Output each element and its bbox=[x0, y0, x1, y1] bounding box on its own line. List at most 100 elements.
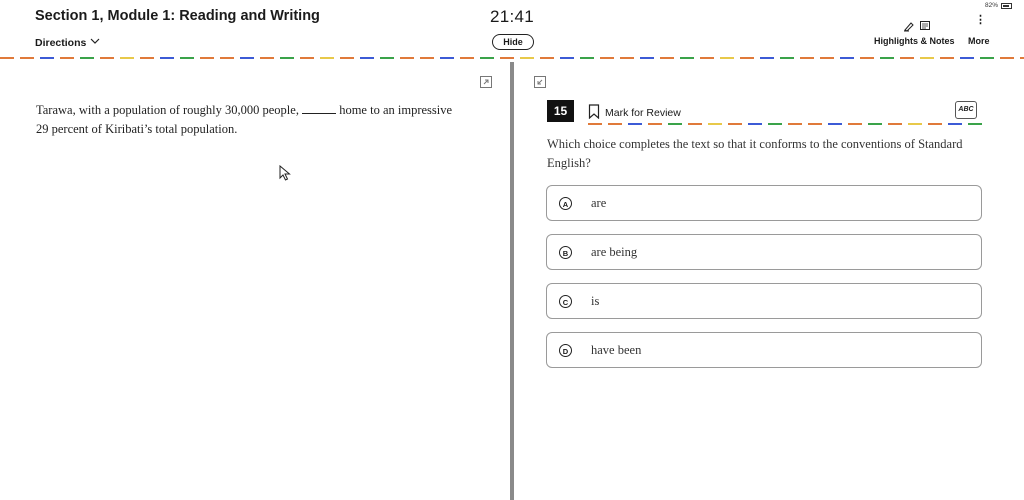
expand-icon[interactable] bbox=[480, 75, 492, 88]
dash-segment bbox=[968, 123, 982, 125]
dash-segment bbox=[960, 57, 974, 59]
choice-text: are being bbox=[591, 244, 638, 259]
choice-text: have been bbox=[591, 342, 642, 357]
more-button[interactable]: More bbox=[968, 36, 990, 46]
dash-segment bbox=[840, 57, 854, 59]
choice-letter: A bbox=[559, 196, 572, 210]
dash-segment bbox=[280, 57, 294, 59]
dash-segment bbox=[1020, 57, 1024, 59]
battery-status: 82% bbox=[985, 2, 1012, 9]
choice-text: is bbox=[591, 293, 600, 308]
dash-segment bbox=[880, 57, 894, 59]
dash-segment bbox=[0, 57, 14, 59]
directions-button[interactable]: Directions bbox=[35, 36, 100, 49]
mark-for-review-button[interactable]: Mark for Review bbox=[588, 104, 681, 122]
hide-timer-button[interactable]: Hide bbox=[492, 34, 534, 50]
dash-segment bbox=[180, 57, 194, 59]
battery-percent: 82% bbox=[984, 2, 998, 9]
dash-segment bbox=[688, 123, 702, 125]
bookmark-icon bbox=[588, 104, 600, 122]
dash-segment bbox=[760, 57, 774, 59]
dash-segment bbox=[708, 123, 722, 125]
dash-segment bbox=[900, 57, 914, 59]
dash-segment bbox=[848, 123, 862, 125]
choice-letter: D bbox=[559, 343, 572, 357]
choice-letter: C bbox=[559, 294, 572, 308]
answer-eliminator-icon[interactable]: ABC bbox=[955, 101, 977, 119]
question-pane: 15 Mark for Review ABC Which choice comp… bbox=[514, 62, 1024, 500]
dash-segment bbox=[868, 123, 882, 125]
dash-segment bbox=[580, 57, 594, 59]
choice-a[interactable]: A are bbox=[546, 185, 982, 221]
dash-segment bbox=[1000, 57, 1014, 59]
dash-segment bbox=[460, 57, 474, 59]
dash-segment bbox=[440, 57, 454, 59]
mouse-pointer-icon bbox=[279, 164, 291, 186]
question-header-divider bbox=[588, 123, 984, 126]
dash-segment bbox=[380, 57, 394, 59]
collapse-icon[interactable] bbox=[534, 75, 546, 88]
dash-segment bbox=[320, 57, 334, 59]
dash-segment bbox=[480, 57, 494, 59]
dash-segment bbox=[100, 57, 114, 59]
dash-segment bbox=[600, 57, 614, 59]
dash-segment bbox=[140, 57, 154, 59]
notes-icon bbox=[919, 19, 931, 37]
highlights-notes-label[interactable]: Highlights & Notes bbox=[874, 36, 955, 46]
dash-segment bbox=[860, 57, 874, 59]
question-number: 15 bbox=[547, 100, 574, 122]
dash-segment bbox=[700, 57, 714, 59]
dash-segment bbox=[728, 123, 742, 125]
dash-segment bbox=[360, 57, 374, 59]
pen-icon bbox=[903, 19, 915, 37]
top-bar: Section 1, Module 1: Reading and Writing… bbox=[0, 0, 1024, 58]
timer: 21:41 bbox=[490, 7, 535, 26]
choice-letter: B bbox=[559, 245, 572, 259]
dash-segment bbox=[668, 123, 682, 125]
dash-segment bbox=[400, 57, 414, 59]
dash-segment bbox=[620, 57, 634, 59]
dash-segment bbox=[120, 57, 134, 59]
dash-segment bbox=[340, 57, 354, 59]
dash-segment bbox=[820, 57, 834, 59]
choice-text: are bbox=[591, 195, 607, 210]
question-prompt: Which choice completes the text so that … bbox=[547, 137, 963, 170]
dash-segment bbox=[628, 123, 642, 125]
highlights-notes-button[interactable] bbox=[903, 19, 931, 37]
dash-segment bbox=[928, 123, 942, 125]
dash-segment bbox=[260, 57, 274, 59]
dash-segment bbox=[300, 57, 314, 59]
dash-segment bbox=[748, 123, 762, 125]
dash-segment bbox=[680, 57, 694, 59]
dash-segment bbox=[940, 57, 954, 59]
directions-label: Directions bbox=[35, 36, 87, 49]
kebab-icon[interactable]: ⋮ bbox=[975, 15, 986, 26]
dash-segment bbox=[808, 123, 822, 125]
dash-segment bbox=[60, 57, 74, 59]
choice-d[interactable]: D have been bbox=[546, 332, 982, 368]
dash-segment bbox=[828, 123, 842, 125]
choice-b[interactable]: B are being bbox=[546, 234, 982, 270]
dash-segment bbox=[20, 57, 34, 59]
dash-segment bbox=[740, 57, 754, 59]
dash-segment bbox=[648, 123, 662, 125]
dash-segment bbox=[560, 57, 574, 59]
dash-segment bbox=[540, 57, 554, 59]
dash-segment bbox=[948, 123, 962, 125]
dash-segment bbox=[780, 57, 794, 59]
dash-segment bbox=[80, 57, 94, 59]
dash-segment bbox=[720, 57, 734, 59]
dash-segment bbox=[908, 123, 922, 125]
dash-segment bbox=[520, 57, 534, 59]
battery-icon bbox=[1001, 2, 1012, 9]
dash-segment bbox=[160, 57, 174, 59]
dash-segment bbox=[660, 57, 674, 59]
chevron-down-icon bbox=[90, 36, 100, 49]
choice-c[interactable]: C is bbox=[546, 283, 982, 319]
dash-segment bbox=[788, 123, 802, 125]
passage-before: Tarawa, with a population of roughly 30,… bbox=[36, 103, 303, 117]
dash-segment bbox=[608, 123, 622, 125]
header-divider bbox=[0, 57, 1024, 60]
dash-segment bbox=[588, 123, 602, 125]
passage-text: Tarawa, with a population of roughly 30,… bbox=[36, 101, 466, 139]
